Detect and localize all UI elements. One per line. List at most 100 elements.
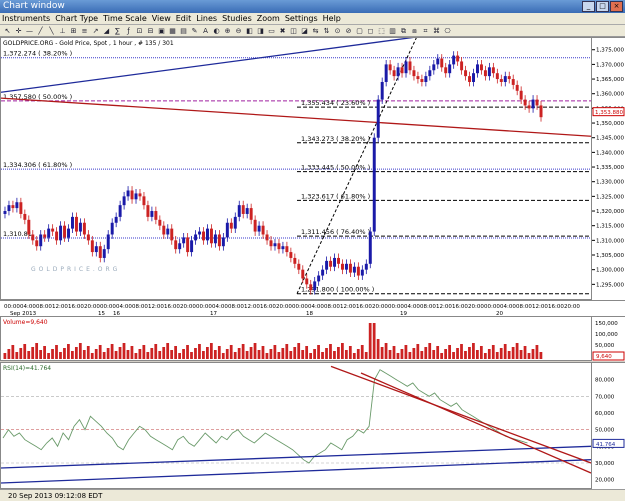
grid-icon[interactable]: ⊞ (69, 26, 78, 36)
rsi-panel[interactable]: RSI(14)=41.764 (0, 362, 592, 489)
square2-icon[interactable]: ◻ (366, 26, 375, 36)
swap-h-icon[interactable]: ⇆ (311, 26, 320, 36)
target-icon[interactable]: ⊙ (333, 26, 342, 36)
delete-icon[interactable]: ✖ (278, 26, 287, 36)
columns-icon[interactable]: ▥ (388, 26, 397, 36)
text-icon[interactable]: A (201, 26, 210, 36)
menu-view[interactable]: View (152, 14, 171, 23)
zoom-out-icon[interactable]: ⊖ (234, 26, 243, 36)
volume-bar (102, 352, 106, 359)
price-axis[interactable]: 1,375,000 1,370,000 1,365,000 1,360,000 1,35… (592, 37, 625, 300)
frame-icon[interactable]: ▭ (267, 26, 276, 36)
symbol-label: GOLDPRICE.ORG - Gold Price, Spot , 1 hou… (3, 40, 174, 47)
sum-icon[interactable]: ∑ (113, 26, 122, 36)
candle-body (472, 73, 475, 82)
zoom-in-icon[interactable]: ⊕ (223, 26, 232, 36)
volume-bar (15, 352, 19, 359)
cmd-icon[interactable]: ⌘ (432, 26, 441, 36)
swap-v-icon[interactable]: ⇅ (322, 26, 331, 36)
window-icon[interactable]: ◫ (289, 26, 298, 36)
copy2-icon[interactable]: ⧈ (410, 26, 419, 36)
menu-time-scale[interactable]: Time Scale (103, 14, 147, 23)
vline-icon[interactable]: ⊥ (58, 26, 67, 36)
volume-bar (182, 349, 185, 359)
arrow-icon[interactable]: ↗ (91, 26, 100, 36)
candle-body (384, 64, 388, 82)
volume-tick-label: 50,000 (595, 343, 615, 349)
volume-bar (468, 347, 471, 359)
rsi-tick-label: 30,000 (595, 461, 615, 467)
volume-bar (523, 346, 527, 359)
candle-body (539, 105, 543, 118)
volume-axis: 150,000 100,000 50,000 9,640 (592, 316, 625, 361)
volume-bar (3, 353, 7, 359)
candle-body (106, 234, 110, 250)
time-tick-label: 20:00 (84, 304, 100, 310)
split-right-icon[interactable]: ◨ (256, 26, 265, 36)
volume-last: 9,640 (596, 354, 612, 360)
pointer-icon[interactable]: ↖ (3, 26, 12, 36)
rsi-tick-label: 20,000 (595, 478, 615, 484)
square-icon[interactable]: ▢ (355, 26, 364, 36)
trendline2-icon[interactable]: ╲ (47, 26, 56, 36)
candle-body (110, 222, 114, 235)
minimize-button[interactable]: _ (582, 1, 595, 12)
menu-chart-type[interactable]: Chart Type (55, 14, 98, 23)
split-left-icon[interactable]: ◧ (245, 26, 254, 36)
volume-bar (158, 351, 162, 359)
window2-icon[interactable]: ◪ (300, 26, 309, 36)
candle-body (182, 237, 186, 244)
menu-zoom[interactable]: Zoom (257, 14, 280, 23)
candle-body (337, 257, 340, 264)
volume-bar (74, 347, 78, 359)
rsi-label: RSI(14)=41.764 (3, 365, 51, 372)
dashbox-icon[interactable]: ⬚ (377, 26, 386, 36)
box-icon[interactable]: ⊡ (135, 26, 144, 36)
price-panel[interactable]: GOLDPRICE.ORG - Gold Price, Spot , 1 hou… (0, 24, 592, 300)
chart-icon[interactable]: ▦ (168, 26, 177, 36)
volume-panel[interactable]: Volume=9,640 (0, 316, 592, 361)
volume-bar (11, 345, 15, 359)
lines-icon[interactable]: ≡ (80, 26, 89, 36)
time-tick-label: 20:00 (468, 304, 484, 310)
menu-studies[interactable]: Studies (222, 14, 252, 23)
hash-icon[interactable]: ⌗ (421, 26, 430, 36)
hline-icon[interactable]: — (25, 26, 34, 36)
hex-icon[interactable]: ⎔ (443, 26, 452, 36)
volume-bar (118, 347, 122, 359)
price-chart[interactable]: GOLDPRICE.ORG - Gold Price, Spot , 1 hou… (0, 24, 592, 299)
close-button[interactable]: × (610, 1, 623, 12)
time-tick-label: 04:00 (404, 304, 420, 310)
candle-body (237, 205, 241, 217)
triangle-icon[interactable]: ◢ (102, 26, 111, 36)
copy-icon[interactable]: ⧉ (399, 26, 408, 36)
trendline-icon[interactable]: ╱ (36, 26, 45, 36)
volume-bar (305, 346, 309, 359)
candle-body (261, 225, 265, 235)
maximize-button[interactable]: □ (596, 1, 609, 12)
candle-body (392, 70, 396, 77)
circle-icon[interactable]: ◐ (212, 26, 221, 36)
rect-icon[interactable]: ▣ (157, 26, 166, 36)
volume-bar (130, 346, 134, 359)
menu-edit[interactable]: Edit (176, 14, 192, 23)
menu-lines[interactable]: Lines (196, 14, 217, 23)
crosshair-icon[interactable]: ✛ (14, 26, 23, 36)
candle-body (194, 234, 198, 241)
candle-body (253, 219, 257, 232)
pencil-icon[interactable]: ✎ (190, 26, 199, 36)
box2-icon[interactable]: ⊟ (146, 26, 155, 36)
bars-icon[interactable]: ▤ (179, 26, 188, 36)
time-tick-label: 08:00 (516, 304, 532, 310)
menu-instruments[interactable]: Instruments (2, 14, 50, 23)
no-icon[interactable]: ⊘ (344, 26, 353, 36)
volume-bar (206, 347, 209, 359)
menu-bar: Instruments Chart Type Time Scale View Edit L… (0, 13, 625, 25)
time-tick-label: 16:00 (68, 304, 84, 310)
function-icon[interactable]: ƒ (124, 26, 133, 36)
menu-settings[interactable]: Settings (285, 14, 318, 23)
menu-help[interactable]: Help (323, 14, 341, 23)
candle-body (55, 231, 59, 241)
volume-bar (368, 323, 372, 359)
candle-body (396, 67, 400, 77)
